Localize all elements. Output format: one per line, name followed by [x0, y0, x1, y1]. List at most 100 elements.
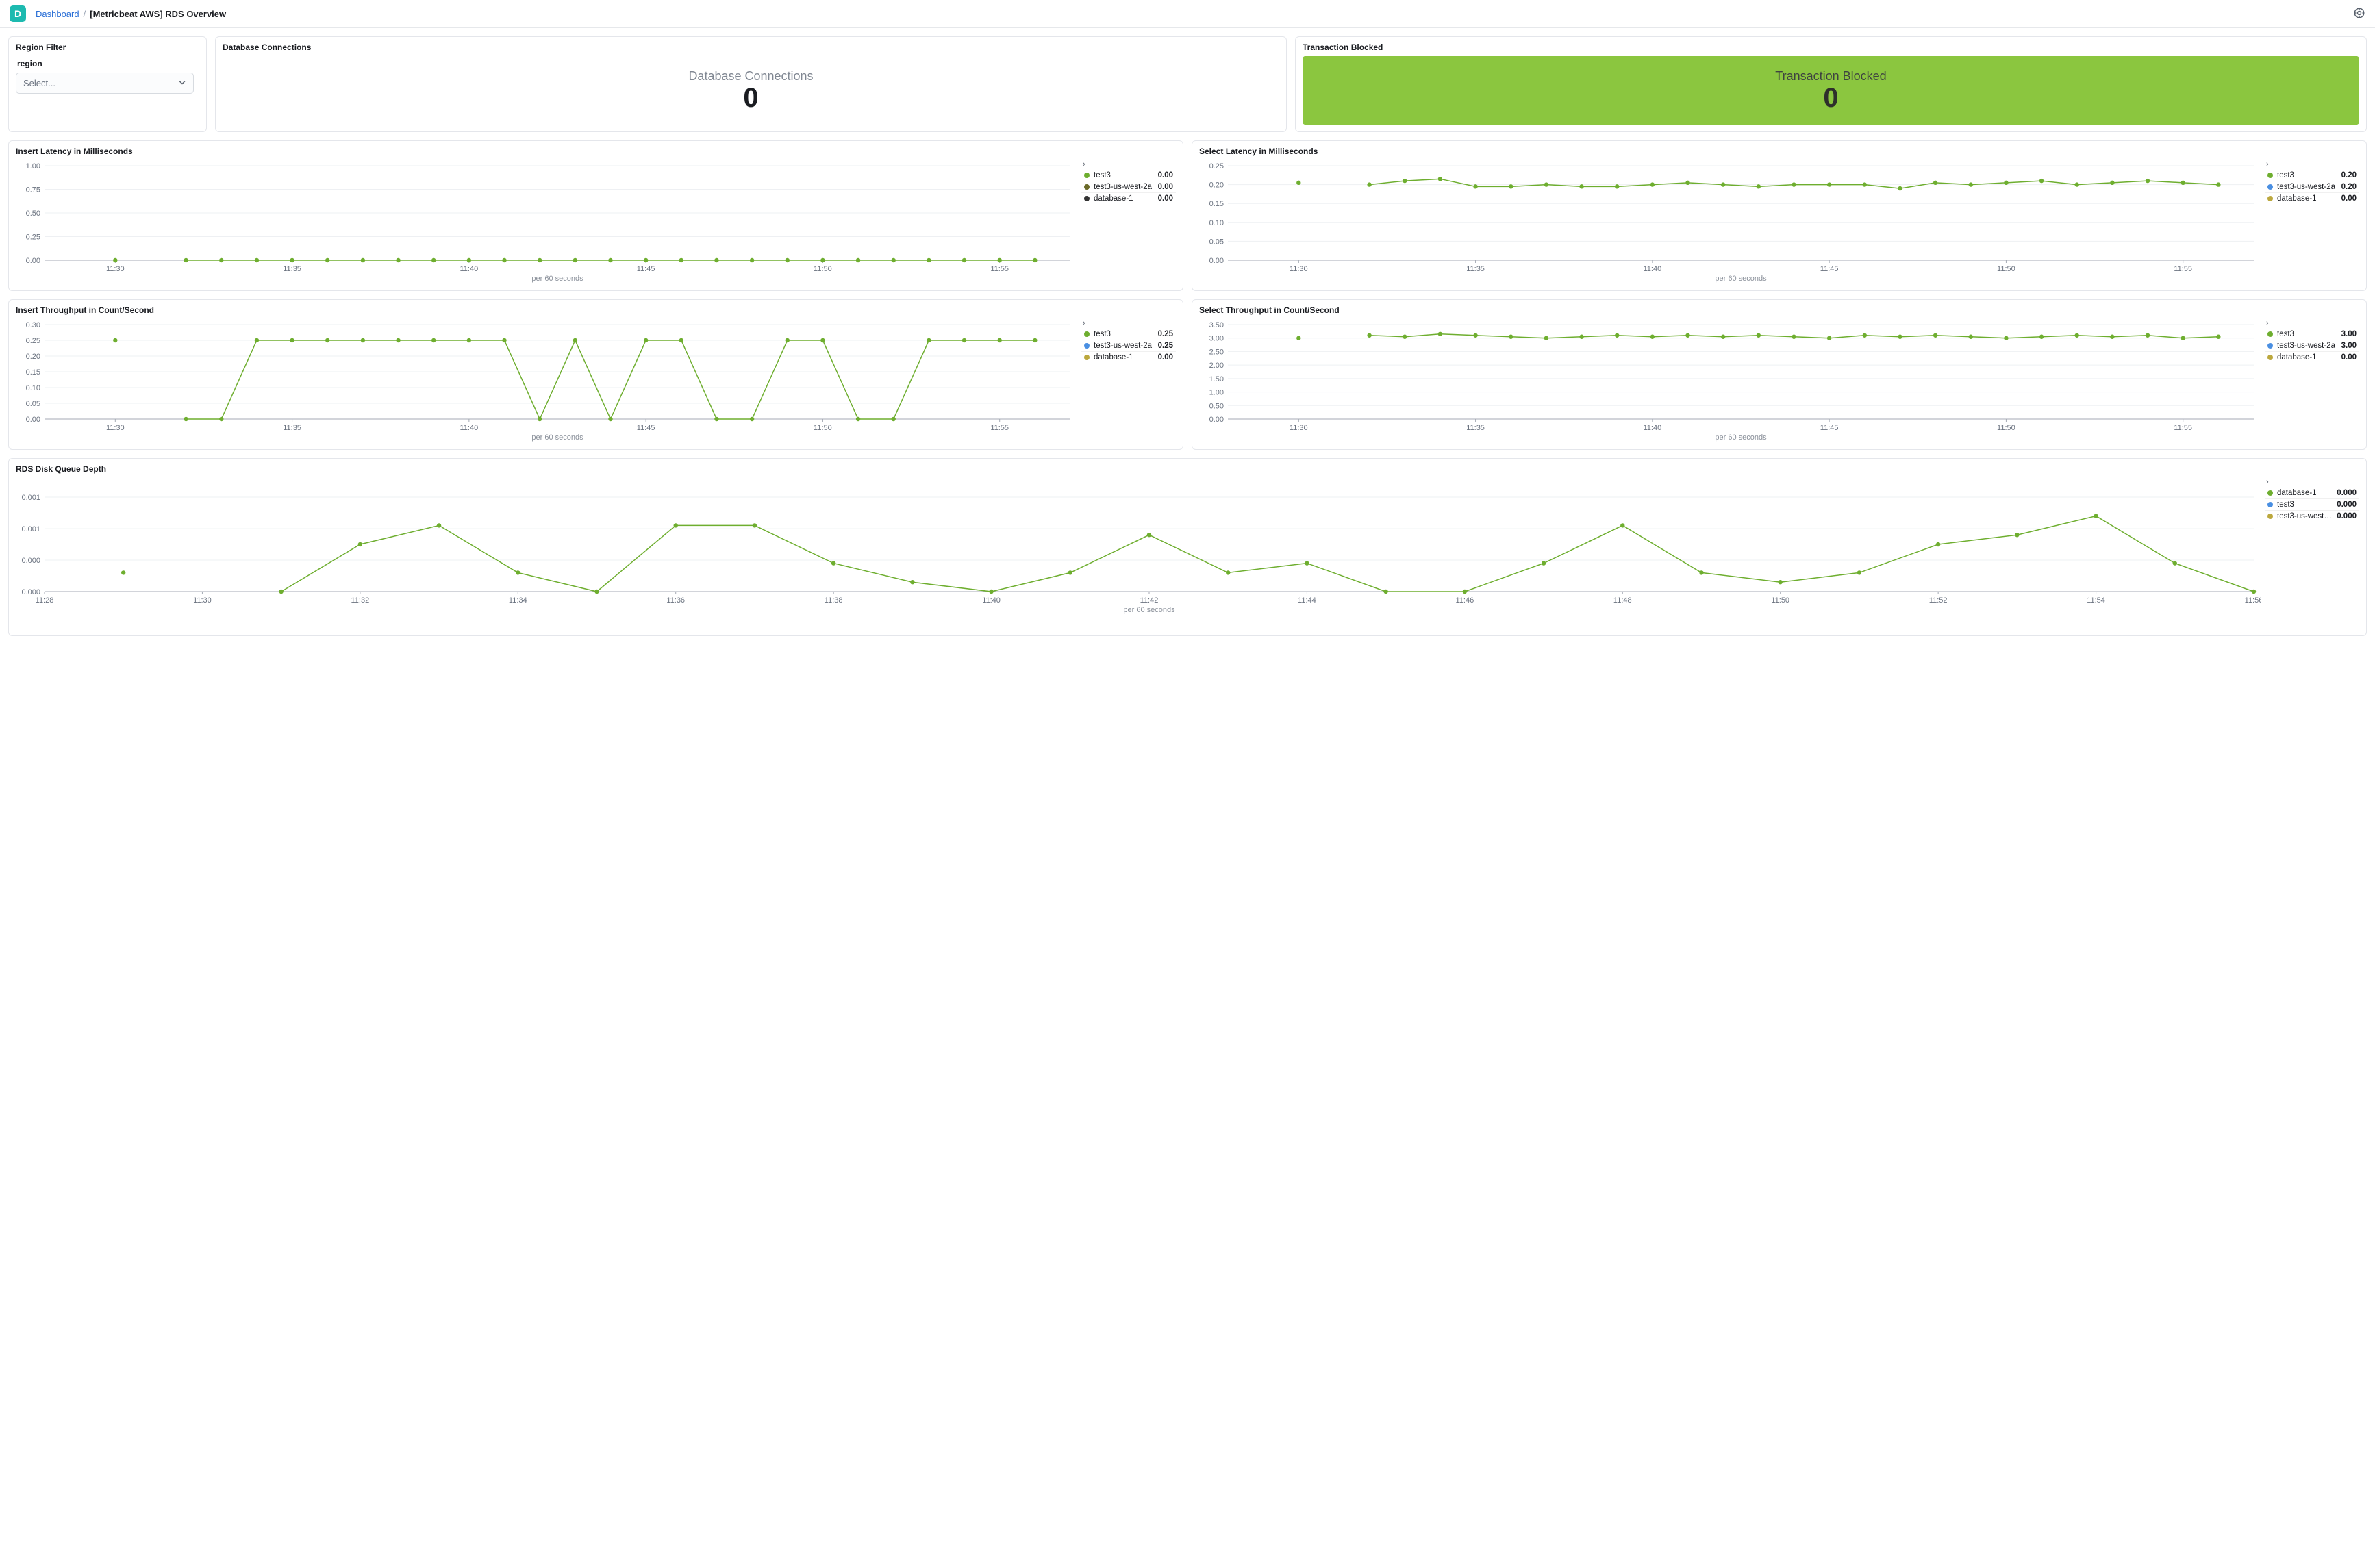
legend-item-value: 0.00	[2341, 353, 2357, 362]
legend-expand-icon[interactable]: ›	[2266, 319, 2269, 327]
legend-item-value: 3.00	[2341, 342, 2357, 350]
legend-item[interactable]: test3 0.20	[2265, 170, 2359, 181]
svg-text:11:32: 11:32	[351, 596, 369, 605]
legend-item[interactable]: test3-us-west-2a 0.25	[1081, 340, 1176, 352]
inspect-icon[interactable]	[2353, 7, 2365, 21]
svg-text:0.15: 0.15	[1209, 200, 1224, 208]
svg-text:11:45: 11:45	[637, 265, 655, 273]
svg-text:1.50: 1.50	[1209, 375, 1224, 383]
legend-item-value: 0.000	[2337, 512, 2357, 520]
insert-throughput-panel: Insert Throughput in Count/Second 0.000.…	[8, 299, 1183, 450]
db-connections-panel: Database Connections Database Connection…	[215, 36, 1287, 132]
svg-text:11:28: 11:28	[36, 596, 54, 605]
svg-text:11:50: 11:50	[814, 424, 832, 432]
legend-item[interactable]: test3 3.00	[2265, 329, 2359, 340]
disk-queue-chart[interactable]: 0.0000.0000.0010.00111:2811:3011:3211:34…	[16, 478, 2261, 629]
svg-text:per 60 seconds: per 60 seconds	[1123, 606, 1175, 614]
legend-item[interactable]: test3-us-west-2a 0.00	[1081, 181, 1176, 193]
legend-item[interactable]: database-1 0.000	[2265, 488, 2359, 499]
svg-text:0.25: 0.25	[26, 337, 40, 345]
insert-latency-chart[interactable]: 0.000.250.500.751.0011:3011:3511:4011:45…	[16, 160, 1077, 283]
svg-text:0.00: 0.00	[1209, 257, 1224, 265]
legend-item-value: 0.00	[1158, 183, 1173, 191]
legend-item[interactable]: test3-us-west-2a 0.20	[2265, 181, 2359, 193]
svg-text:0.001: 0.001	[21, 494, 40, 502]
region-filter-panel: Region Filter region Select...	[8, 36, 207, 132]
select-throughput-panel: Select Throughput in Count/Second 0.000.…	[1192, 299, 2367, 450]
legend-dot-icon	[1084, 331, 1090, 337]
breadcrumb-sep: /	[84, 9, 86, 19]
svg-text:11:36: 11:36	[666, 596, 685, 605]
legend-item-label: test3-us-west-2a	[1094, 183, 1154, 191]
svg-text:11:48: 11:48	[1613, 596, 1632, 605]
svg-text:3.50: 3.50	[1209, 321, 1224, 329]
breadcrumb-root[interactable]: Dashboard	[36, 9, 79, 19]
legend-expand-icon[interactable]: ›	[1083, 319, 1085, 327]
svg-text:0.000: 0.000	[21, 588, 40, 596]
svg-text:11:35: 11:35	[1466, 265, 1485, 273]
svg-text:1.00: 1.00	[26, 162, 40, 170]
svg-text:0.50: 0.50	[1209, 402, 1224, 410]
legend-expand-icon[interactable]: ›	[2266, 478, 2269, 486]
svg-text:11:35: 11:35	[1466, 424, 1485, 432]
legend-dot-icon	[2267, 173, 2273, 178]
legend-item-label: test3-us-west-2a	[1094, 342, 1154, 350]
legend-item[interactable]: test3-us-west-2a 3.00	[2265, 340, 2359, 352]
svg-text:11:44: 11:44	[1298, 596, 1316, 605]
svg-text:11:45: 11:45	[637, 424, 655, 432]
legend-item-label: test3	[2277, 171, 2337, 179]
svg-text:1.00: 1.00	[1209, 389, 1224, 397]
svg-text:0.00: 0.00	[26, 416, 40, 424]
legend-item[interactable]: test3 0.000	[2265, 499, 2359, 511]
svg-text:11:35: 11:35	[283, 424, 301, 432]
breadcrumb-current: [Metricbeat AWS] RDS Overview	[90, 9, 226, 19]
select-throughput-legend: › test3 3.00 test3-us-west-2a 3.00 datab…	[2265, 319, 2359, 442]
legend-item-label: test3-us-west-2a	[2277, 183, 2337, 191]
svg-text:2.00: 2.00	[1209, 362, 1224, 370]
select-throughput-chart[interactable]: 0.000.501.001.502.002.503.003.5011:3011:…	[1199, 319, 2261, 442]
insert-throughput-chart[interactable]: 0.000.050.100.150.200.250.3011:3011:3511…	[16, 319, 1077, 442]
legend-item[interactable]: database-1 0.00	[2265, 352, 2359, 363]
app-logo[interactable]: D	[10, 5, 26, 22]
svg-text:11:40: 11:40	[1644, 424, 1662, 432]
svg-text:11:30: 11:30	[1290, 424, 1308, 432]
disk-queue-panel: RDS Disk Queue Depth 0.0000.0000.0010.00…	[8, 458, 2367, 636]
legend-item[interactable]: test3 0.00	[1081, 170, 1176, 181]
svg-text:11:40: 11:40	[1644, 265, 1662, 273]
legend-dot-icon	[1084, 173, 1090, 178]
legend-expand-icon[interactable]: ›	[1083, 160, 1085, 168]
legend-item[interactable]: database-1 0.00	[2265, 193, 2359, 204]
svg-text:0.00: 0.00	[1209, 416, 1224, 424]
region-select[interactable]: Select...	[16, 73, 194, 94]
metric-transaction-blocked: Transaction Blocked 0	[1303, 56, 2359, 125]
insert-latency-panel: Insert Latency in Milliseconds 0.000.250…	[8, 140, 1183, 291]
svg-text:11:34: 11:34	[509, 596, 527, 605]
svg-text:0.25: 0.25	[1209, 162, 1224, 170]
metric-label: Database Connections	[688, 69, 813, 84]
legend-item-label: test3-us-west-2a	[2277, 512, 2333, 520]
svg-text:0.50: 0.50	[26, 210, 40, 218]
legend-item-value: 0.00	[1158, 171, 1173, 179]
metric-db-connections: Database Connections 0	[223, 56, 1279, 125]
legend-item[interactable]: test3 0.25	[1081, 329, 1176, 340]
legend-item-label: database-1	[2277, 489, 2333, 497]
svg-text:11:40: 11:40	[460, 424, 479, 432]
legend-item[interactable]: test3-us-west-2a 0.000	[2265, 511, 2359, 522]
legend-item-label: test3	[1094, 171, 1154, 179]
disk-queue-legend: › database-1 0.000 test3 0.000 test3-us-…	[2265, 478, 2359, 629]
select-latency-chart[interactable]: 0.000.050.100.150.200.2511:3011:3511:401…	[1199, 160, 2261, 283]
top-bar: D Dashboard / [Metricbeat AWS] RDS Overv…	[0, 0, 2375, 28]
legend-item[interactable]: database-1 0.00	[1081, 193, 1176, 204]
svg-text:11:54: 11:54	[2087, 596, 2105, 605]
legend-item-value: 0.00	[2341, 194, 2357, 203]
legend-item[interactable]: database-1 0.00	[1081, 352, 1176, 363]
legend-item-label: test3	[2277, 330, 2337, 338]
svg-text:11:50: 11:50	[1997, 265, 2015, 273]
legend-item-label: test3	[2277, 501, 2333, 509]
svg-text:11:30: 11:30	[106, 424, 125, 432]
legend-expand-icon[interactable]: ›	[2266, 160, 2269, 168]
svg-text:0.25: 0.25	[26, 233, 40, 242]
svg-text:0.75: 0.75	[26, 186, 40, 194]
region-field-label: region	[17, 59, 198, 68]
svg-text:11:55: 11:55	[2174, 265, 2192, 273]
